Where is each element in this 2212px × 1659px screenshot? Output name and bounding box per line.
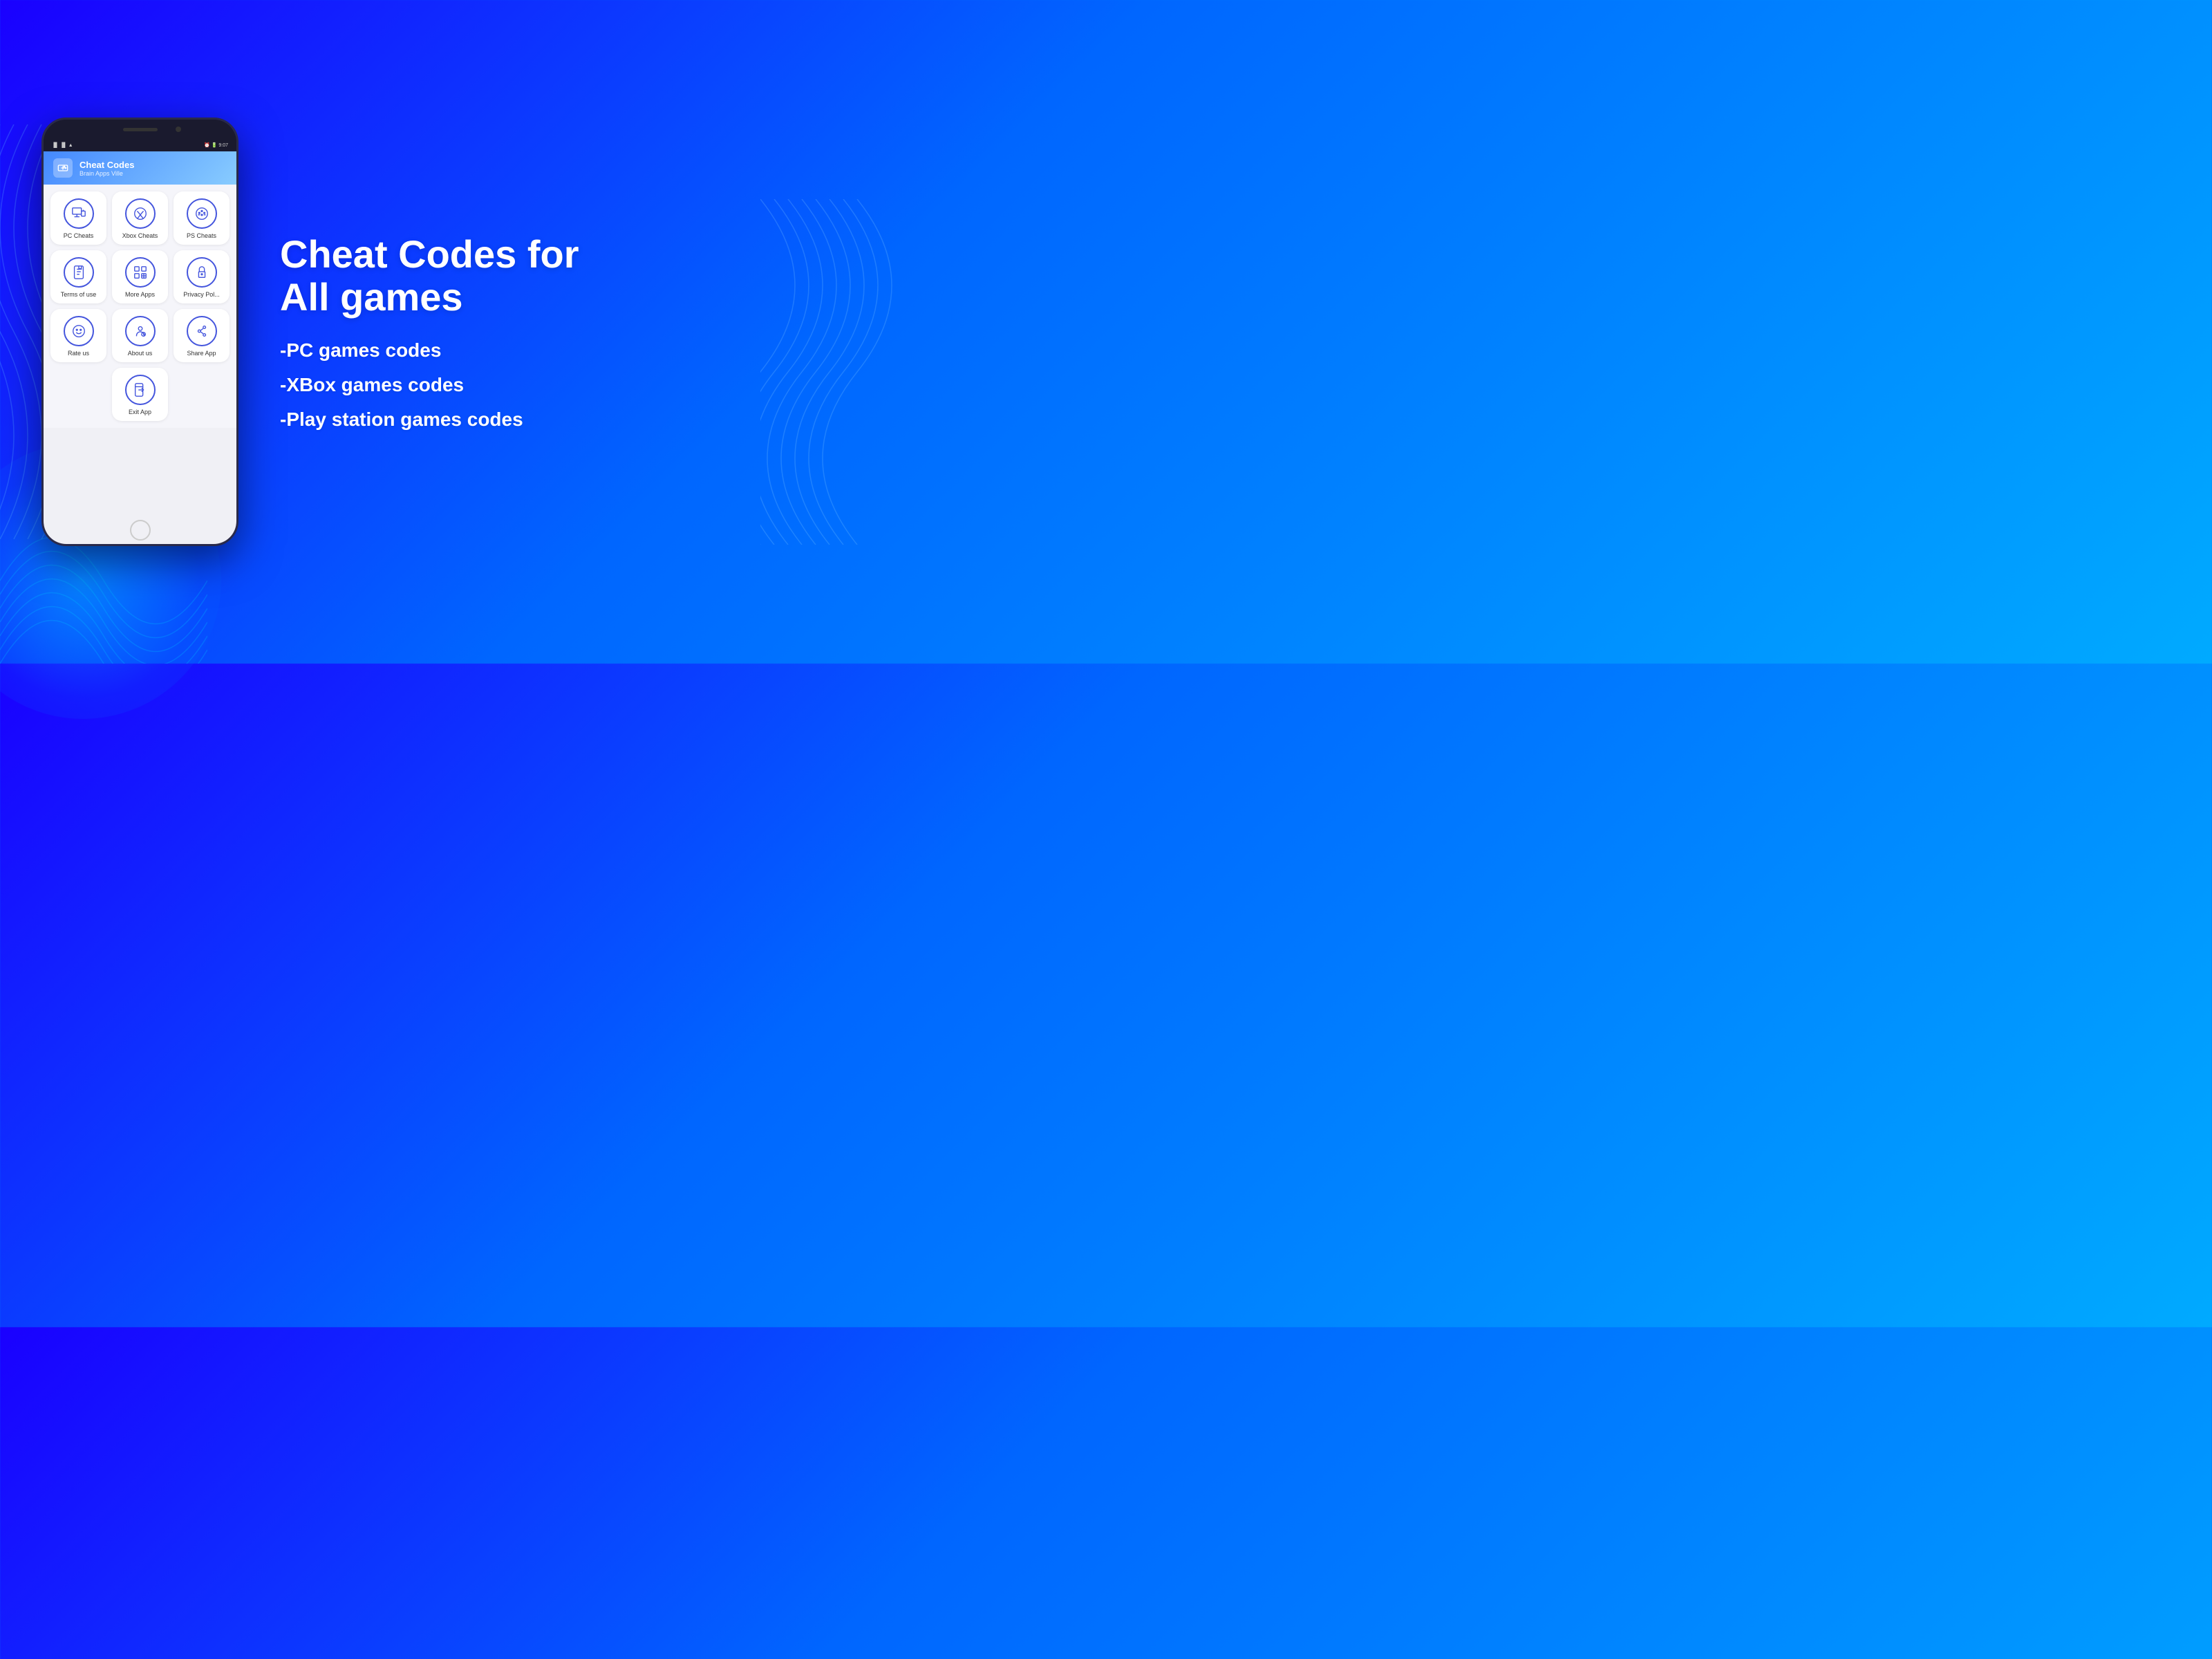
- more-apps-label: More Apps: [125, 291, 155, 298]
- privacy-icon: [187, 257, 217, 288]
- pc-cheats-label: PC Cheats: [64, 232, 94, 239]
- grid-item-terms[interactable]: Terms of use: [50, 250, 106, 303]
- grid-item-xbox-cheats[interactable]: Xbox Cheats: [112, 191, 168, 245]
- grid-item-pc-cheats[interactable]: PC Cheats: [50, 191, 106, 245]
- feature-item-pc: -PC games codes: [280, 339, 843, 362]
- grid-item-about-us[interactable]: About us: [112, 309, 168, 362]
- more-apps-icon: [125, 257, 156, 288]
- rate-label: Rate us: [68, 350, 89, 357]
- feature-item-xbox: -XBox games codes: [280, 374, 843, 396]
- grid-item-exit-app[interactable]: Exit App: [112, 368, 168, 421]
- status-right: ⏰ 🔋 9:07: [204, 142, 228, 148]
- privacy-label: Privacy Pol...: [183, 291, 220, 298]
- main-layout: ▐▌ ▐▌ ▲ ⏰ 🔋 9:07 Cheat Codes Brain Apps …: [0, 0, 885, 664]
- about-icon: [125, 316, 156, 346]
- text-area: Cheat Codes for All games -PC games code…: [280, 219, 843, 444]
- phone-camera: [176, 126, 181, 132]
- rate-icon: [64, 316, 94, 346]
- phone-bottom-bar: [44, 516, 236, 544]
- status-left: ▐▌ ▐▌ ▲: [52, 143, 73, 148]
- headline-line2: All games: [280, 275, 463, 319]
- app-subtitle: Brain Apps Ville: [79, 170, 134, 177]
- share-label: Share App: [187, 350, 216, 357]
- app-header-icon: [53, 158, 73, 178]
- grid-item-privacy[interactable]: Privacy Pol...: [174, 250, 229, 303]
- feature-list: -PC games codes -XBox games codes -Play …: [280, 339, 843, 431]
- exit-icon: [125, 375, 156, 405]
- phone-screen: Cheat Codes Brain Apps Ville PC Cheats: [44, 151, 236, 516]
- phone-speaker: [123, 128, 158, 131]
- grid-item-share-app[interactable]: Share App: [174, 309, 229, 362]
- headline-line1: Cheat Codes for: [280, 232, 579, 276]
- xbox-cheats-label: Xbox Cheats: [122, 232, 158, 239]
- grid-item-more-apps[interactable]: More Apps: [112, 250, 168, 303]
- phone-mockup: ▐▌ ▐▌ ▲ ⏰ 🔋 9:07 Cheat Codes Brain Apps …: [41, 118, 238, 546]
- phone-home-button[interactable]: [130, 520, 151, 541]
- app-title: Cheat Codes: [79, 160, 134, 170]
- app-header: Cheat Codes Brain Apps Ville: [44, 151, 236, 185]
- ps-icon: [187, 198, 217, 229]
- phone-notch-bar: [44, 120, 236, 139]
- terms-label: Terms of use: [61, 291, 97, 298]
- headline: Cheat Codes for All games: [280, 233, 843, 318]
- share-icon: [187, 316, 217, 346]
- feature-item-ps: -Play station games codes: [280, 409, 843, 431]
- ps-cheats-label: PS Cheats: [187, 232, 216, 239]
- app-header-text: Cheat Codes Brain Apps Ville: [79, 160, 134, 177]
- grid-item-ps-cheats[interactable]: PS Cheats: [174, 191, 229, 245]
- terms-icon: [64, 257, 94, 288]
- exit-label: Exit App: [129, 409, 151, 415]
- pc-icon: [64, 198, 94, 229]
- phone-status-bar: ▐▌ ▐▌ ▲ ⏰ 🔋 9:07: [44, 139, 236, 151]
- xbox-icon: [125, 198, 156, 229]
- grid-item-rate-us[interactable]: Rate us: [50, 309, 106, 362]
- app-grid: PC Cheats Xbox Cheats PS Cheats: [44, 185, 236, 428]
- about-label: About us: [128, 350, 153, 357]
